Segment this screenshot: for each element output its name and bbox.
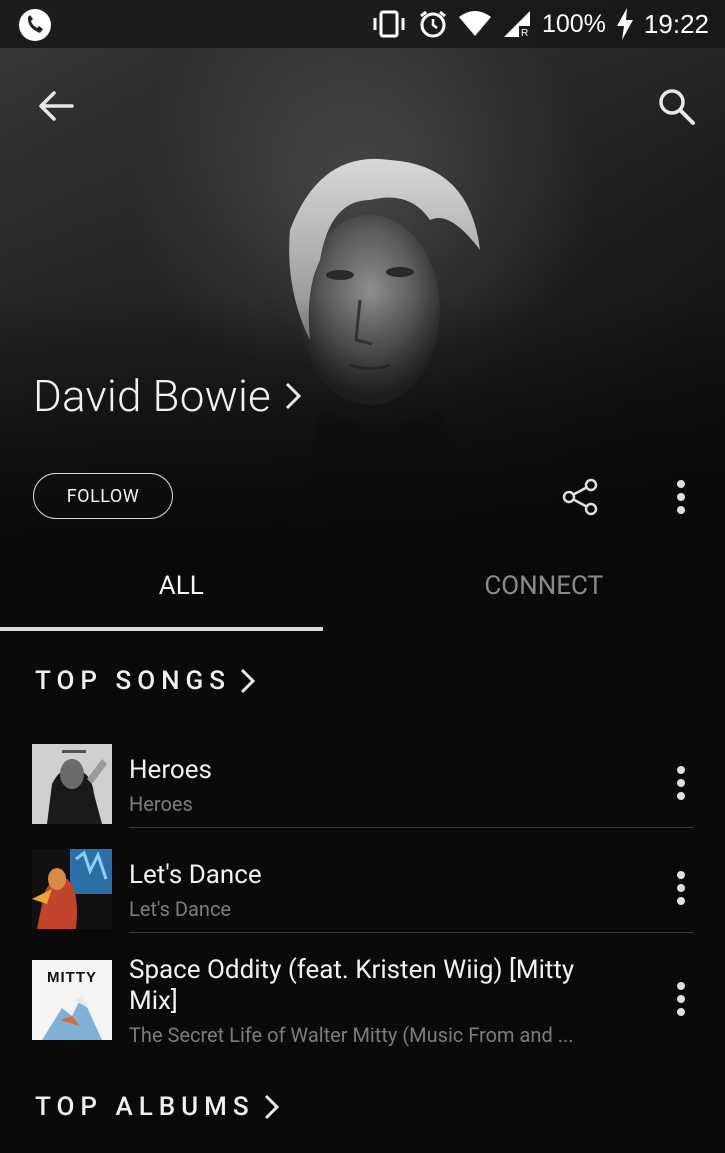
artist-hero-image <box>0 0 725 540</box>
phone-call-icon <box>19 9 51 41</box>
album-cover-lets-dance <box>32 849 112 929</box>
song-album: The Secret Life of Walter Mitty (Music F… <box>129 1023 574 1047</box>
album-cover-mitty: MITTY <box>32 960 112 1040</box>
divider <box>129 932 693 933</box>
song-album: Heroes <box>129 792 193 816</box>
tab-connect[interactable]: CONNECT <box>363 545 725 633</box>
search-icon[interactable] <box>654 84 698 128</box>
active-tab-indicator <box>0 627 323 631</box>
clock-time: 19:22 <box>643 8 709 39</box>
song-album: Let's Dance <box>129 897 232 921</box>
top-albums-title: TOP ALBUMS <box>35 1092 255 1122</box>
more-options-icon[interactable] <box>668 867 694 909</box>
battery-percentage: 100% <box>541 9 606 38</box>
svg-text:R: R <box>521 28 528 38</box>
more-options-icon[interactable] <box>668 476 694 518</box>
charging-icon <box>616 8 633 40</box>
more-options-icon[interactable] <box>668 762 694 804</box>
chevron-right-icon <box>285 382 302 410</box>
share-icon[interactable] <box>560 477 600 517</box>
chevron-right-icon <box>240 668 256 694</box>
status-bar: R 100% 19:22 <box>0 0 725 48</box>
wifi-icon <box>458 11 491 36</box>
song-row[interactable]: Let's Dance Let's Dance <box>0 840 725 945</box>
song-title: Let's Dance <box>129 860 262 890</box>
top-songs-title: TOP SONGS <box>35 666 232 696</box>
more-options-icon[interactable] <box>668 978 694 1020</box>
song-title: Space Oddity (feat. Kristen Wiig) [Mitty… <box>129 955 575 1016</box>
song-row[interactable]: Heroes Heroes <box>0 735 725 840</box>
alarm-icon <box>420 10 446 38</box>
vibrate-icon <box>373 10 405 38</box>
song-row[interactable]: MITTY Space Oddity (feat. Kristen Wiig) … <box>0 945 725 1050</box>
hero-shade-overlay <box>0 0 725 540</box>
song-title: Heroes <box>129 755 212 785</box>
top-albums-header[interactable]: TOP ALBUMS <box>35 1092 281 1122</box>
top-songs-header[interactable]: TOP SONGS <box>35 666 257 696</box>
artist-name-link[interactable]: David Bowie <box>33 370 303 422</box>
follow-button[interactable]: FOLLOW <box>33 473 173 519</box>
cell-signal-icon: R <box>503 11 530 38</box>
tab-bar: ALL CONNECT <box>0 545 725 633</box>
chevron-right-icon <box>264 1094 279 1120</box>
album-cover-heroes <box>32 744 112 824</box>
album-cover-text: MITTY <box>47 969 97 986</box>
divider <box>129 827 693 828</box>
artist-name: David Bowie <box>33 370 271 422</box>
tab-all[interactable]: ALL <box>0 545 363 633</box>
back-arrow-icon[interactable] <box>34 84 78 128</box>
